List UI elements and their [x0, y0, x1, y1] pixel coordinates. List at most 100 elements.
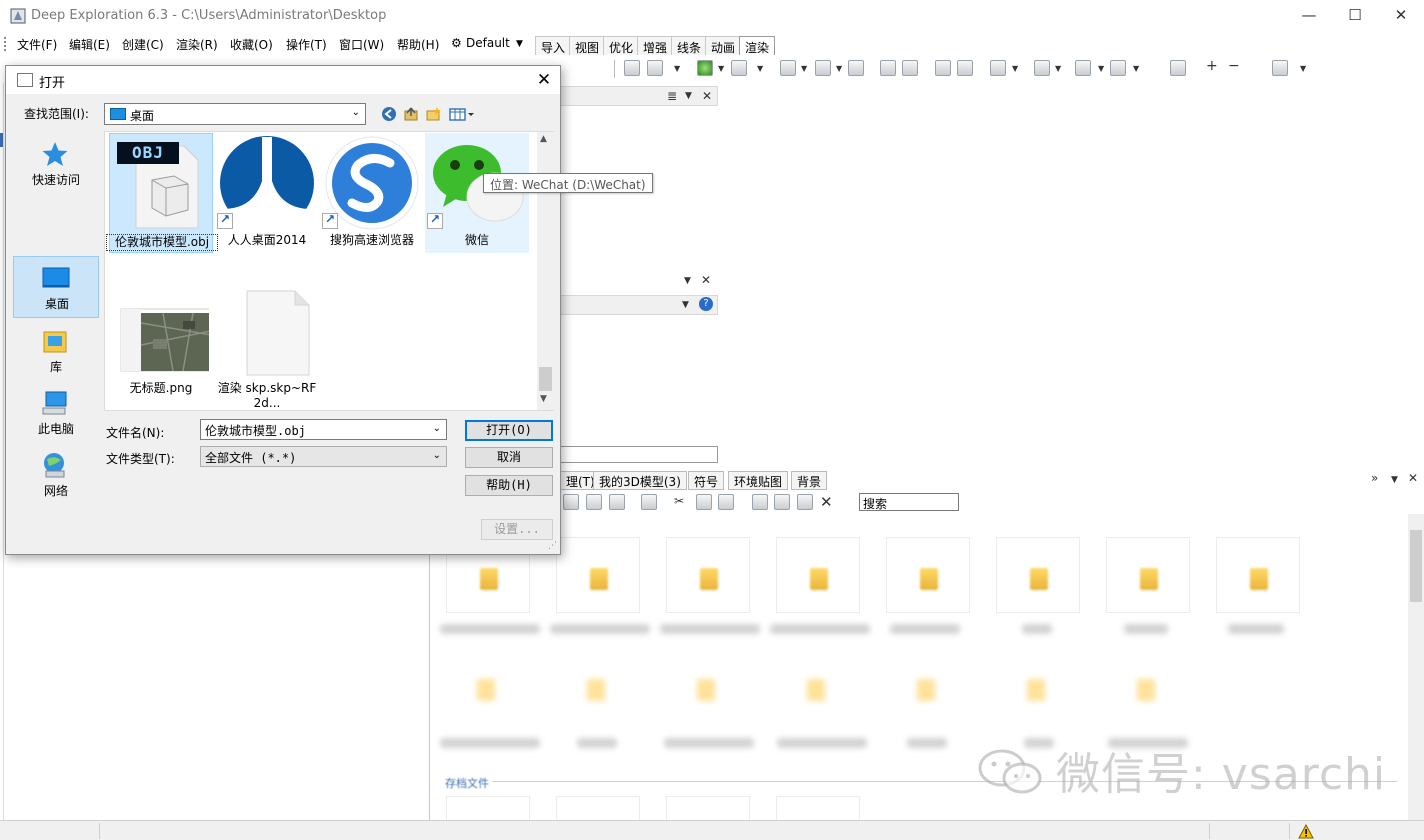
layout-icon[interactable] — [1110, 60, 1126, 76]
file-item-obj[interactable]: OBJ 伦敦城市模型.obj — [106, 133, 218, 253]
export-icon[interactable] — [774, 494, 790, 510]
warning-icon[interactable] — [1298, 824, 1314, 839]
library-search-input[interactable]: 搜索 — [859, 493, 959, 511]
paste-icon[interactable] — [718, 494, 734, 510]
place-network[interactable]: 网络 — [13, 444, 99, 506]
table-view-icon[interactable] — [609, 494, 625, 510]
zoom-out-icon[interactable]: − — [1228, 58, 1240, 74]
close-panel-icon[interactable]: ✕ — [702, 89, 712, 103]
chevron-down-icon[interactable]: ⌄ — [433, 423, 441, 434]
menu-file[interactable]: 文件(F) — [17, 36, 57, 53]
tab-optimize[interactable]: 优化 — [603, 36, 640, 55]
close-panel-icon[interactable]: ✕ — [1408, 471, 1418, 485]
chevron-down-icon[interactable]: ▼ — [674, 64, 680, 73]
library-folder[interactable] — [1106, 537, 1190, 613]
new-folder-icon[interactable] — [424, 106, 442, 124]
close-panel-icon[interactable]: ✕ — [701, 273, 711, 287]
scroll-thumb[interactable] — [1410, 530, 1422, 602]
toolbar-grip[interactable] — [4, 37, 6, 51]
hdr-icon[interactable] — [1272, 60, 1288, 76]
cancel-button[interactable]: 取消 — [465, 447, 553, 468]
chevron-down-icon[interactable]: ▼ — [1133, 64, 1139, 73]
tab-lines[interactable]: 线条 — [671, 36, 708, 55]
profile-dropdown[interactable]: Default — [466, 36, 510, 50]
chevron-down-icon[interactable]: ▼ — [836, 64, 842, 73]
help-icon[interactable]: ? — [699, 297, 713, 311]
close-window-button[interactable]: ✕ — [1378, 0, 1424, 33]
open-button[interactable]: 打开(O) — [465, 420, 553, 441]
render-camera-icon[interactable] — [624, 60, 640, 76]
place-quick-access[interactable]: 快速访问 — [13, 133, 99, 195]
link-icon[interactable] — [957, 60, 973, 76]
zoom-in-icon[interactable]: + — [1206, 58, 1218, 74]
place-this-pc[interactable]: 此电脑 — [13, 382, 99, 444]
tab-env-maps[interactable]: 环境贴图 — [728, 471, 789, 490]
zoom-icon[interactable] — [880, 60, 896, 76]
help-button[interactable]: 帮助(H) — [465, 475, 553, 496]
resize-grip-icon[interactable]: ⋰ — [548, 541, 557, 551]
chevron-down-icon[interactable]: ▼ — [1391, 475, 1398, 485]
axis-icon[interactable] — [990, 60, 1006, 76]
scroll-up-icon[interactable]: ▲ — [540, 134, 547, 144]
library-folder[interactable] — [556, 537, 640, 613]
chevron-down-icon[interactable]: ▼ — [718, 64, 724, 73]
library-folder[interactable] — [1216, 537, 1300, 613]
library-folder[interactable] — [666, 537, 750, 613]
tab-background[interactable]: 背景 — [791, 471, 828, 490]
menu-edit[interactable]: 编辑(E) — [69, 36, 110, 53]
filename-input[interactable]: 伦敦城市模型.obj ⌄ — [200, 419, 447, 440]
menu-help[interactable]: 帮助(H) — [397, 36, 439, 53]
maximize-button[interactable]: ☐ — [1332, 0, 1378, 33]
chevron-down-icon[interactable]: ▼ — [801, 64, 807, 73]
place-library[interactable]: 库 — [13, 320, 99, 382]
import-icon[interactable] — [752, 494, 768, 510]
tab-import[interactable]: 导入 — [535, 36, 572, 55]
page-icon[interactable] — [780, 60, 796, 76]
filetype-select[interactable]: 全部文件 (*.*) ⌄ — [200, 446, 447, 467]
tab-my-3d-models[interactable]: 我的3D模型(3) — [593, 471, 687, 490]
file-item-sogou[interactable]: 搜狗高速浏览器 — [320, 133, 424, 253]
grid-view-icon[interactable] — [1075, 60, 1091, 76]
chevron-down-icon[interactable]: ▼ — [516, 39, 523, 49]
tab-animation[interactable]: 动画 — [705, 36, 742, 55]
copy-icon[interactable] — [696, 494, 712, 510]
up-folder-icon[interactable] — [402, 106, 420, 124]
delete-icon[interactable]: ✕ — [820, 493, 833, 511]
library-folder[interactable] — [996, 537, 1080, 613]
library-folder[interactable] — [886, 537, 970, 613]
view-menu-icon[interactable] — [449, 106, 477, 124]
cloud-icon[interactable] — [1170, 60, 1186, 76]
details-view-icon[interactable] — [586, 494, 602, 510]
chevron-down-icon[interactable]: ▼ — [1012, 64, 1018, 73]
menu-lines-icon[interactable]: ≣ — [667, 89, 677, 103]
file-item-skp[interactable]: 渲染 skp.skp~RF2d... — [215, 281, 319, 411]
chevron-down-icon[interactable]: ▼ — [1055, 64, 1061, 73]
select-box-icon[interactable] — [731, 60, 747, 76]
menu-create[interactable]: 创建(C) — [122, 36, 164, 53]
list-view-icon[interactable] — [563, 494, 579, 510]
chevron-down-icon[interactable]: ▼ — [684, 276, 691, 286]
scroll-down-icon[interactable]: ▼ — [540, 394, 547, 404]
tab-symbols[interactable]: 符号 — [688, 471, 725, 490]
minus-tool-icon[interactable] — [935, 60, 951, 76]
chevron-down-icon[interactable]: ▼ — [757, 64, 763, 73]
properties-field[interactable] — [560, 446, 718, 463]
menu-render[interactable]: 渲染(R) — [176, 36, 218, 53]
chevron-down-icon[interactable]: ▼ — [682, 300, 689, 310]
collapse-icon[interactable]: » — [1371, 471, 1378, 485]
library-scrollbar[interactable] — [1408, 514, 1424, 820]
material-sphere-icon[interactable] — [697, 60, 713, 76]
scroll-thumb[interactable] — [539, 367, 552, 391]
menu-operate[interactable]: 操作(T) — [286, 36, 327, 53]
library-folder[interactable] — [776, 537, 860, 613]
snapshot-icon[interactable] — [647, 60, 663, 76]
tab-render[interactable]: 渲染 — [739, 36, 776, 55]
tab-enhance[interactable]: 增强 — [637, 36, 674, 55]
lookin-dropdown[interactable]: 桌面 ⌄ — [104, 103, 366, 125]
chevron-down-icon[interactable]: ▼ — [1098, 64, 1104, 73]
place-desktop[interactable]: 桌面 — [13, 256, 99, 318]
cube-icon[interactable] — [1034, 60, 1050, 76]
cut-icon[interactable]: ✂ — [674, 494, 684, 508]
new-file-icon[interactable] — [797, 494, 813, 510]
thumbnail-view-icon[interactable] — [641, 494, 657, 510]
